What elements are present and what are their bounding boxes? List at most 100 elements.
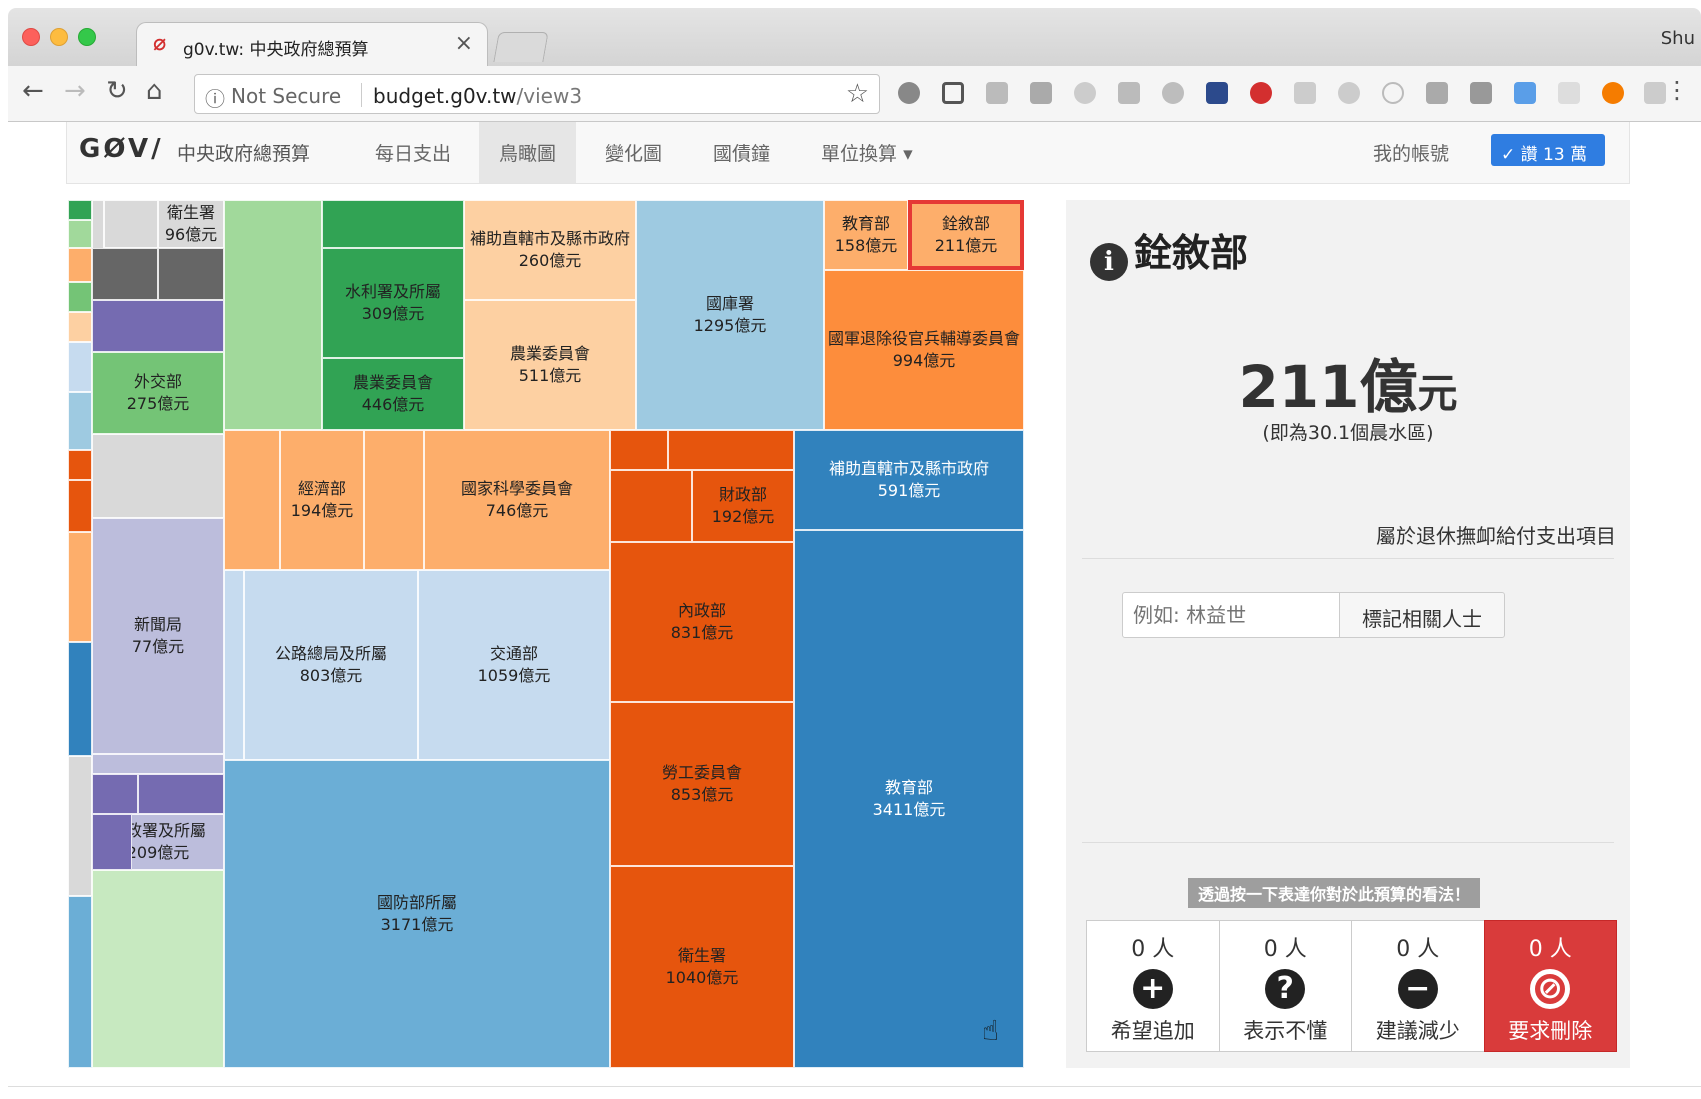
treemap-cell[interactable] (224, 200, 322, 430)
treemap-cell[interactable] (138, 774, 224, 814)
extension-screenshot-icon[interactable] (942, 82, 964, 104)
nav-change-chart[interactable]: 變化圖 (585, 122, 682, 183)
extension-brackets-icon[interactable] (1382, 82, 1404, 104)
treemap-cell[interactable] (92, 754, 224, 774)
treemap-cell[interactable] (668, 430, 794, 470)
treemap-cell[interactable] (68, 342, 92, 392)
treemap-cell[interactable] (68, 392, 92, 450)
tab-close-icon[interactable]: × (455, 31, 473, 56)
treemap-cell-weisheng_small[interactable]: 衛生署 96億元 (158, 200, 224, 248)
new-tab-button[interactable] (493, 32, 549, 62)
extension-atom-icon[interactable] (1118, 82, 1140, 104)
treemap-cell-jingji[interactable]: 經濟部 194億元 (280, 430, 364, 570)
site-subtitle[interactable]: 中央政府總預算 (177, 139, 310, 166)
treemap-cell-kexue[interactable]: 國家科學委員會 746億元 (424, 430, 610, 570)
extension-image-icon[interactable] (1030, 82, 1052, 104)
extension-l-icon[interactable] (1602, 82, 1624, 104)
extension-u-icon[interactable] (1206, 82, 1228, 104)
treemap-cell[interactable] (68, 756, 92, 896)
extension-shield-icon[interactable] (1338, 82, 1360, 104)
treemap-cell-neizheng[interactable]: 內政部 831億元 (610, 542, 794, 702)
treemap-cell[interactable] (68, 450, 92, 480)
nav-daily-spending[interactable]: 每日支出 (355, 122, 471, 183)
extension-circle-icon[interactable] (1162, 82, 1184, 104)
extension-gear-icon[interactable] (1074, 82, 1096, 104)
nav-unit-conversion[interactable]: 單位換算 ▾ (801, 122, 933, 183)
address-bar[interactable]: ⓘ Not Secure budget.g0v.tw/view3 ☆ (194, 74, 880, 114)
treemap-cell[interactable] (92, 300, 224, 352)
like-button[interactable]: ✓ 讚 13 萬 (1491, 134, 1605, 166)
treemap-cell-guofang[interactable]: 國防部所屬 3171億元 (224, 760, 610, 1068)
profile-name[interactable]: Shu (1661, 28, 1695, 49)
treemap-cell[interactable] (68, 896, 92, 1068)
vote-delete-button[interactable]: 0 人 ⊘ 要求刪除 (1483, 920, 1617, 1052)
treemap-cell[interactable] (104, 200, 158, 248)
extension-dropbox-icon[interactable] (1644, 82, 1666, 104)
vote-add-button[interactable]: 0 人 + 希望追加 (1086, 920, 1220, 1052)
window-close-button[interactable] (22, 28, 40, 46)
treemap-cell-nongye_green[interactable]: 農業委員會 446億元 (322, 358, 464, 430)
vote-reduce-button[interactable]: 0 人 − 建議減少 (1351, 920, 1485, 1052)
site-logo[interactable]: GØV/ (79, 134, 164, 164)
treemap-cell-caizheng[interactable]: 財政部 192億元 (692, 470, 794, 542)
bookmark-star-icon[interactable]: ☆ (846, 79, 869, 109)
treemap-cell-jiaoyu_big[interactable]: 教育部 3411億元 (794, 530, 1024, 1068)
treemap-cell[interactable] (92, 434, 224, 518)
treemap-cell[interactable] (92, 774, 138, 814)
treemap-cell[interactable] (68, 200, 92, 220)
treemap-cell-quanxu[interactable]: 銓敘部 211億元 (908, 200, 1024, 270)
home-icon[interactable]: ⌂ (146, 76, 163, 106)
tag-person-button[interactable]: 標記相關人士 (1339, 592, 1505, 638)
treemap-cell[interactable] (158, 248, 224, 300)
treemap-cell-jiaoyu_small[interactable]: 教育部 158億元 (824, 200, 908, 270)
treemap-cell[interactable] (68, 248, 92, 282)
extension-camera-icon[interactable] (1470, 82, 1492, 104)
treemap-cell-gonglu[interactable]: 公路總局及所屬 803億元 (244, 570, 418, 760)
account-link[interactable]: 我的帳號 (1373, 139, 1449, 166)
treemap-cell[interactable] (68, 480, 92, 532)
tag-person-input[interactable] (1122, 592, 1340, 638)
adblock-plus-icon[interactable] (1250, 82, 1272, 104)
treemap-cell[interactable] (92, 870, 224, 1068)
extension-translate-icon[interactable] (1514, 82, 1536, 104)
treemap-cell[interactable] (92, 814, 132, 870)
reload-icon[interactable]: ↻ (106, 76, 128, 106)
browser-menu-icon[interactable]: ⋮ (1665, 76, 1689, 104)
treemap-cell[interactable] (610, 470, 692, 542)
treemap-cell-weisheng_big[interactable]: 衛生署 1040億元 (610, 866, 794, 1068)
treemap-cell[interactable] (322, 200, 464, 248)
treemap-cell-jiaotong[interactable]: 交通部 1059億元 (418, 570, 610, 760)
extension-v-icon[interactable] (1426, 82, 1448, 104)
treemap-cell[interactable] (224, 430, 280, 570)
treemap-cell[interactable] (68, 532, 92, 642)
treemap-cell-buzhu_small[interactable]: 補助直轄市及縣市政府 260億元 (464, 200, 636, 300)
extension-drive-icon[interactable] (986, 82, 1008, 104)
treemap-cell[interactable] (68, 312, 92, 342)
window-maximize-button[interactable] (78, 28, 96, 46)
forward-arrow-icon[interactable]: → (64, 76, 86, 106)
treemap-cell-waijiao[interactable]: 外交部 275億元 (92, 352, 224, 434)
nav-debt-clock[interactable]: 國債鐘 (693, 122, 790, 183)
treemap-cell[interactable] (364, 430, 424, 570)
treemap-cell[interactable] (68, 220, 92, 248)
treemap-cell[interactable] (224, 570, 244, 760)
vote-confused-button[interactable]: 0 人 ? 表示不懂 (1218, 920, 1352, 1052)
extension-pen-icon[interactable] (898, 82, 920, 104)
browser-tab[interactable]: ⌀ g0v.tw: 中央政府總預算 × (136, 22, 488, 66)
treemap-cell-shuili[interactable]: 水利署及所屬 309億元 (322, 248, 464, 358)
treemap-cell-guoku[interactable]: 國庫署 1295億元 (636, 200, 824, 430)
treemap-cell-xinwen[interactable]: 新聞局 77億元 (92, 518, 224, 754)
nav-birds-eye-view[interactable]: 鳥瞰圖 (479, 122, 577, 183)
treemap-cell-nongye_peach[interactable]: 農業委員會 511億元 (464, 300, 636, 430)
treemap-cell[interactable] (610, 430, 668, 470)
treemap-cell-buzhu_big[interactable]: 補助直轄市及縣市政府 591億元 (794, 430, 1024, 530)
treemap-cell[interactable] (68, 642, 92, 756)
treemap-cell-tuichu[interactable]: 國軍退除役官兵輔導委員會 994億元 (824, 270, 1024, 430)
info-circle-icon[interactable]: ⓘ (205, 83, 225, 112)
treemap-cell-laogong[interactable]: 勞工委員會 853億元 (610, 702, 794, 866)
window-minimize-button[interactable] (50, 28, 68, 46)
treemap-cell[interactable] (92, 248, 158, 300)
treemap-cell[interactable] (68, 282, 92, 312)
back-arrow-icon[interactable]: ← (22, 76, 44, 106)
extension-dots-icon[interactable] (1558, 82, 1580, 104)
